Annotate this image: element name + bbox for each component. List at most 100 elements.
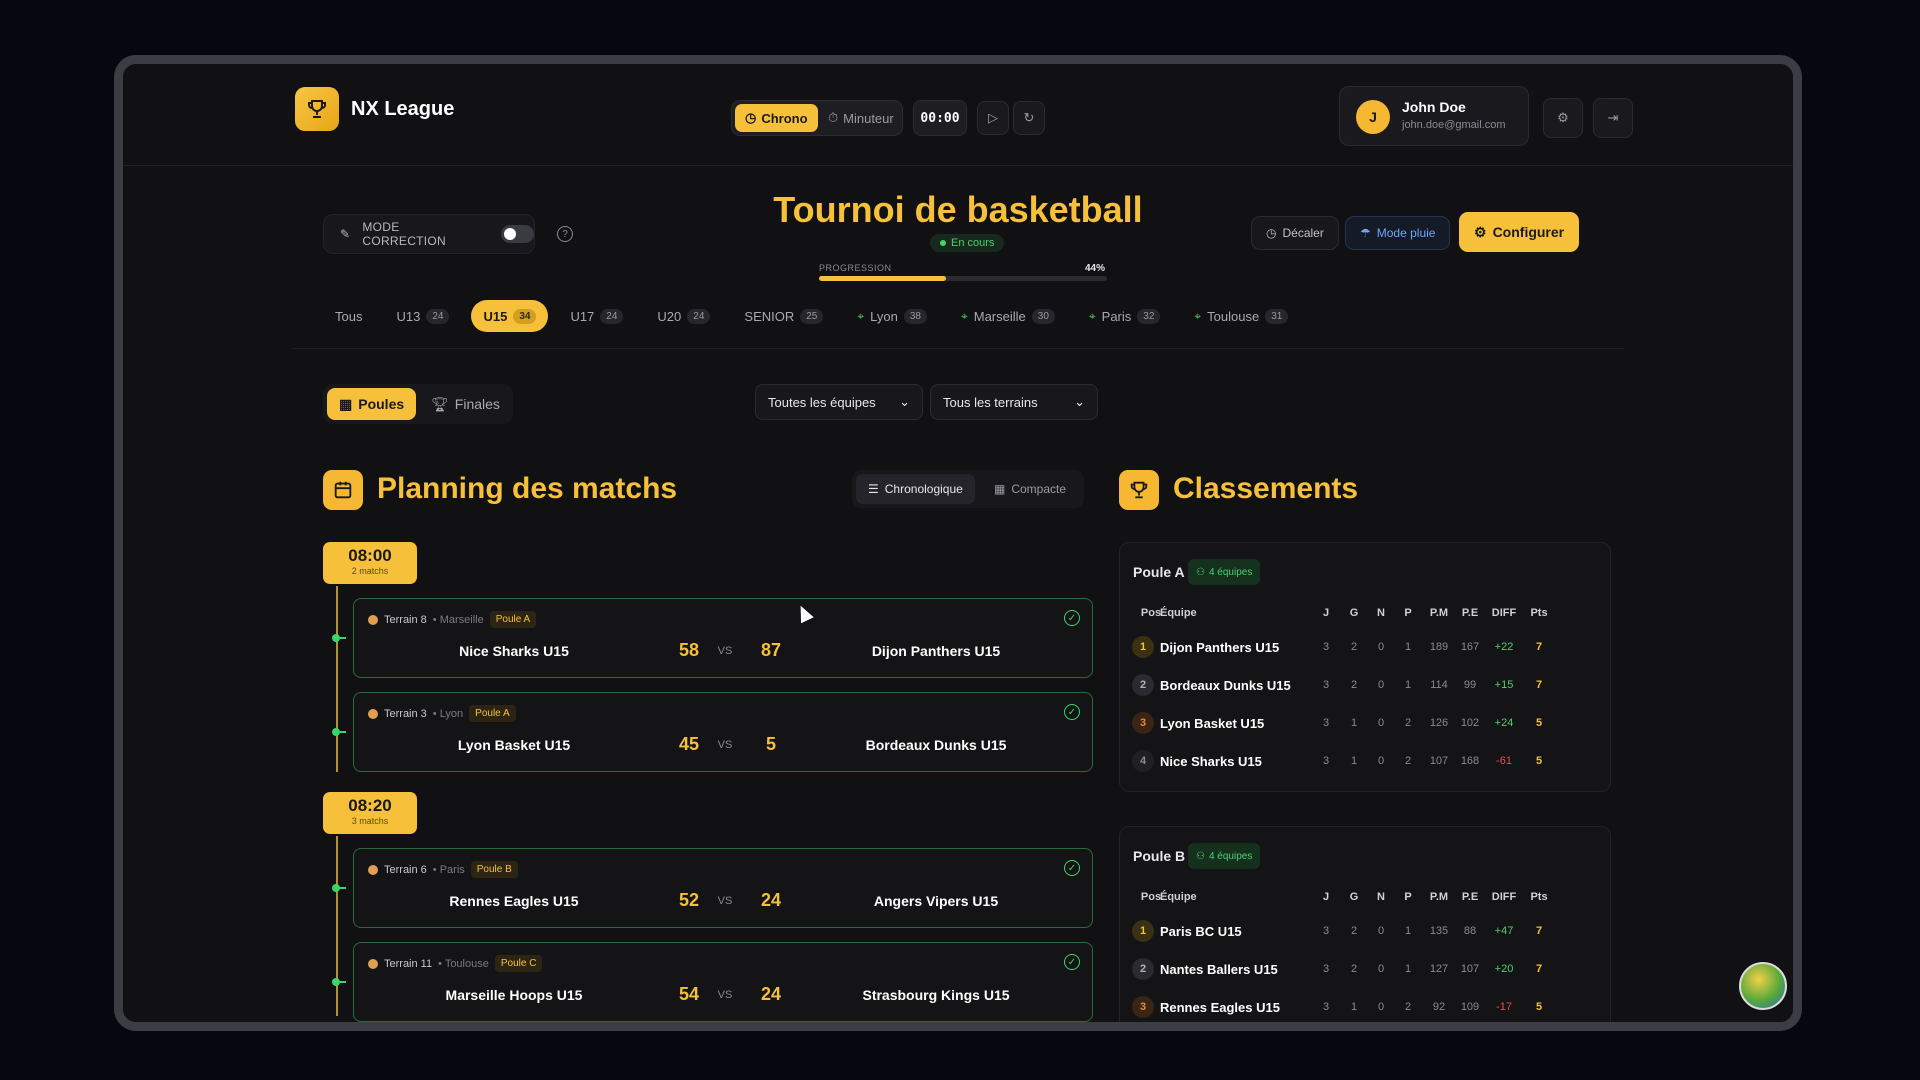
table-row[interactable]: 2 Nantes Ballers U15 3 2 0 1 127 107 +20 7	[1120, 955, 1612, 983]
tab-paris[interactable]: ⌖ Paris 32	[1077, 300, 1173, 332]
vs-label: VS	[717, 895, 733, 907]
users-icon: ⚇	[1196, 566, 1205, 578]
reset-icon: ↻	[1023, 110, 1035, 125]
location-pin-icon: ⌖	[960, 308, 968, 323]
play-icon: ▷	[988, 110, 998, 125]
planning-title: Planning des matchs	[377, 472, 678, 505]
match-meta: Terrain 6 • Paris Poule B	[368, 861, 518, 878]
tab-finales[interactable]: 🏆︎ Finales	[419, 388, 512, 420]
table-row[interactable]: 4 Nice Sharks U15 3 1 0 2 107 168 -61 5	[1120, 747, 1612, 775]
tab-u17[interactable]: U17 24	[558, 300, 635, 332]
stat-cell: 5	[1535, 755, 1543, 767]
tab-count-badge: 24	[426, 308, 450, 324]
decaler-button[interactable]: ◷ Décaler	[1251, 216, 1339, 250]
city-label: • Lyon	[432, 707, 464, 720]
pool-title: Poule B	[1133, 848, 1186, 864]
tab-count-badge: 24	[600, 308, 624, 324]
settings-button[interactable]: ⚙	[1543, 98, 1583, 138]
terrain-label: Terrain 11	[384, 957, 433, 970]
configurer-button[interactable]: ⚙ Configurer	[1459, 212, 1580, 252]
poule-badge: Poule A	[469, 705, 516, 722]
user-card[interactable]: J John Doe john.doe@gmail.com	[1339, 86, 1529, 146]
tab-lyon[interactable]: ⌖ Lyon 38	[845, 300, 939, 332]
away-score: 5	[765, 734, 776, 754]
tab-poules[interactable]: ▦ Poules	[327, 388, 417, 420]
play-button[interactable]: ▷	[977, 101, 1009, 135]
tab-label: SENIOR	[744, 308, 795, 324]
view-toggle: ☰ Chronologique ▦ Compacte	[852, 470, 1084, 508]
city-label: • Paris	[432, 863, 465, 876]
table-row[interactable]: 1 Paris BC U15 3 2 0 1 135 88 +47 7	[1120, 917, 1612, 945]
reset-button[interactable]: ↻	[1013, 101, 1045, 135]
phase-toggle: ▦ Poules 🏆︎ Finales	[323, 384, 513, 424]
tab-count-badge: 32	[1137, 308, 1161, 324]
table-row[interactable]: 2 Bordeaux Dunks U15 3 2 0 1 114 99 +15 7	[1120, 671, 1612, 699]
match-card[interactable]: Terrain 8 • Marseille Poule A ✓ Nice Sharks …	[353, 598, 1093, 678]
view-compacte-label: Compacte	[1011, 482, 1067, 496]
rank-badge: 3	[1132, 996, 1154, 1018]
tab-toulouse[interactable]: ⌖ Toulouse 31	[1182, 300, 1300, 332]
minuteur-button[interactable]: ⏱ Minuteur	[818, 104, 904, 132]
status-label: En cours	[951, 237, 995, 249]
time-slot-time: 08:00	[348, 546, 392, 565]
table-row[interactable]: 1 Dijon Panthers U15 3 2 0 1 189 167 +22 7	[1120, 633, 1612, 661]
match-card[interactable]: Terrain 6 • Paris Poule B ✓ Rennes Eagles U1…	[353, 848, 1093, 928]
minuteur-label: Minuteur	[843, 110, 894, 126]
terrains-select[interactable]: Tous les terrains ⌄	[930, 384, 1098, 420]
rank-badge: 1	[1132, 636, 1154, 658]
chrono-button[interactable]: ◷ Chrono	[735, 104, 818, 132]
view-compacte-button[interactable]: ▦ Compacte	[982, 474, 1078, 504]
timeline-dot	[332, 978, 346, 986]
category-tabs: Tous U13 24 U15 34 U17 24 U20 24 SENIOR 25 ⌖ Lyon 38 ⌖…	[323, 298, 1310, 334]
users-icon: ⚇	[1196, 850, 1205, 862]
calendar-icon	[323, 470, 363, 510]
tab-senior[interactable]: SENIOR 25	[732, 300, 835, 332]
pool-card: Poule B ⚇ 4 équipes Pos Équipe J G N P P.M P.E DIFF…	[1119, 826, 1612, 1022]
top-bar: NX League ◷ Chrono ⏱ Minuteur 00:00 ▷ ↻ …	[123, 64, 1793, 166]
trophy-logo-icon	[295, 87, 339, 131]
app-window: NX League ◷ Chrono ⏱ Minuteur 00:00 ▷ ↻ …	[114, 55, 1802, 1031]
basketball-icon	[368, 958, 378, 969]
check-icon: ✓	[1064, 954, 1080, 970]
view-chronologique-button[interactable]: ☰ Chronologique	[856, 474, 975, 504]
home-score: 58	[678, 640, 700, 660]
tab-count-badge: 31	[1265, 308, 1289, 324]
mode-pluie-button[interactable]: ☂ Mode pluie	[1345, 216, 1451, 250]
timeline-dot	[332, 728, 346, 736]
table-row[interactable]: 3 Lyon Basket U15 3 1 0 2 126 102 +24 5	[1120, 709, 1612, 737]
table-row[interactable]: 3 Rennes Eagles U15 3 1 0 2 92 109 -17 5	[1120, 993, 1612, 1021]
progress-bar	[819, 276, 1107, 281]
tab-label: Marseille	[973, 308, 1026, 324]
rank-cell: 1	[1130, 917, 1156, 945]
time-slot-badge: 08:00 2 matchs	[323, 542, 417, 584]
match-card[interactable]: Terrain 3 • Lyon Poule A ✓ Lyon Basket U15 45…	[353, 692, 1093, 772]
trophy-icon	[1119, 470, 1159, 510]
match-meta: Terrain 11 • Toulouse Poule C	[368, 955, 543, 972]
configurer-label: Configurer	[1492, 224, 1565, 240]
time-slot-count: 3 matchs	[351, 816, 389, 826]
match-meta: Terrain 3 • Lyon Poule A	[368, 705, 516, 722]
mode-pluie-label: Mode pluie	[1376, 226, 1436, 240]
list-icon: ☰	[868, 482, 879, 496]
tab-u20[interactable]: U20 24	[645, 300, 722, 332]
team-count-badge: ⚇ 4 équipes	[1188, 843, 1261, 869]
tab-u13[interactable]: U13 24	[384, 300, 461, 332]
team-count-label: 4 équipes	[1208, 850, 1253, 862]
app-launcher-icon[interactable]	[1739, 962, 1787, 1010]
status-badge: En cours	[930, 234, 1005, 252]
away-team: Bordeaux Dunks U15	[865, 737, 1007, 753]
tab-count-badge: 24	[687, 308, 711, 324]
stat-cell: 7	[1535, 641, 1543, 653]
team-name-cell: Bordeaux Dunks U15	[1160, 677, 1291, 693]
rank-badge: 3	[1132, 712, 1154, 734]
tab-count-badge: 38	[903, 308, 927, 324]
teams-select[interactable]: Toutes les équipes ⌄	[755, 384, 923, 420]
tab-marseille[interactable]: ⌖ Marseille 30	[949, 300, 1067, 332]
logout-button[interactable]: ⇥	[1593, 98, 1633, 138]
terrain-label: Terrain 6	[384, 863, 427, 876]
pool-card: Poule A ⚇ 4 équipes Pos Équipe J G N P P.M P.E DIFF…	[1119, 542, 1611, 792]
tab-tous[interactable]: Tous	[323, 300, 374, 332]
match-card[interactable]: Terrain 11 • Toulouse Poule C ✓ Marseille Ho…	[353, 942, 1093, 1022]
tab-u15[interactable]: U15 34	[471, 300, 549, 332]
rank-badge: 2	[1132, 958, 1154, 980]
